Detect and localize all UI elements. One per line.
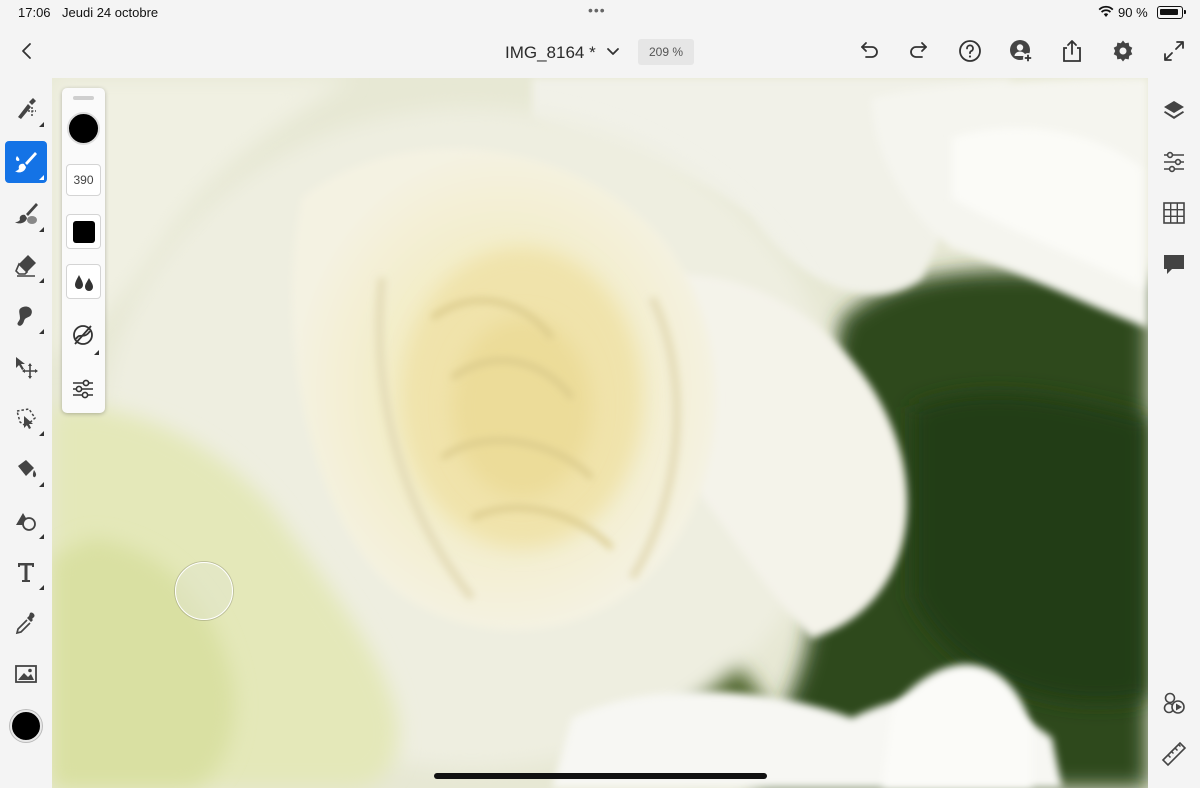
battery-percentage: 90 %: [1118, 5, 1148, 20]
lasso-icon: [16, 408, 36, 429]
document-title[interactable]: IMG_8164 *: [505, 43, 596, 63]
battery-level: [1160, 9, 1178, 15]
multitask-menu[interactable]: •••: [588, 2, 606, 18]
blend-mode-menu-indicator: [94, 350, 99, 355]
status-bar: 17:06 Jeudi 24 octobre ••• 90 %: [0, 0, 1200, 26]
fullscreen-icon[interactable]: [1161, 38, 1187, 64]
move-icon: [16, 357, 38, 379]
tool-group-indicator: [39, 482, 44, 487]
clock: 17:06: [18, 5, 51, 20]
canvas-image: [52, 78, 1148, 788]
eyedropper-tool[interactable]: [5, 602, 47, 644]
grid-icon[interactable]: [1161, 200, 1187, 226]
tool-group-indicator: [39, 278, 44, 283]
brush-size-field[interactable]: 390: [66, 164, 101, 196]
foreground-color-swatch[interactable]: [10, 710, 42, 742]
zoom-level[interactable]: 209 %: [638, 39, 694, 65]
eraser-tool[interactable]: [5, 244, 47, 286]
square-tip-icon: [73, 221, 95, 243]
brush-settings-icon[interactable]: [70, 376, 96, 402]
fill-tool[interactable]: [5, 448, 47, 490]
eraser-icon: [15, 255, 36, 277]
home-indicator[interactable]: [434, 773, 767, 779]
image-icon: [15, 665, 37, 683]
drops-icon: [75, 275, 93, 291]
move-tool[interactable]: [5, 346, 47, 388]
panel-bar: [1148, 78, 1200, 788]
help-icon[interactable]: [957, 38, 983, 64]
canvas[interactable]: [52, 78, 1148, 788]
brush-cursor: [175, 562, 233, 620]
livestream-icon[interactable]: [1161, 690, 1187, 716]
blend-mode-icon[interactable]: [70, 322, 96, 348]
brush-tip-button[interactable]: [66, 214, 101, 249]
layers-icon[interactable]: [1161, 98, 1187, 124]
selection-brush-icon: [18, 98, 36, 119]
smudge-icon: [15, 203, 38, 224]
adjustments-icon[interactable]: [1161, 149, 1187, 175]
tool-group-indicator: [39, 431, 44, 436]
comments-icon[interactable]: [1161, 251, 1187, 277]
tool-group-indicator: [39, 329, 44, 334]
brush-options-panel: 390: [62, 88, 105, 413]
eyedropper-icon: [15, 612, 35, 635]
invite-icon[interactable]: [1008, 38, 1034, 64]
tool-group-indicator: [39, 227, 44, 232]
redo-icon[interactable]: [906, 38, 932, 64]
tool-bar: [0, 78, 52, 788]
type-tool[interactable]: [5, 551, 47, 593]
lasso-tool[interactable]: [5, 397, 47, 439]
tool-group-indicator: [39, 175, 44, 180]
paint-brush-tool[interactable]: [5, 141, 47, 183]
chevron-down-icon[interactable]: [604, 42, 622, 60]
tool-group-indicator: [39, 534, 44, 539]
share-icon[interactable]: [1059, 38, 1085, 64]
tool-group-indicator: [39, 585, 44, 590]
brush-color-button[interactable]: [67, 112, 100, 145]
healing-brush-icon: [17, 306, 32, 326]
panel-grip[interactable]: [73, 96, 94, 100]
date: Jeudi 24 octobre: [62, 5, 159, 20]
paint-brush-icon: [15, 152, 37, 173]
healing-tool[interactable]: [5, 295, 47, 337]
undo-icon[interactable]: [856, 38, 882, 64]
tool-group-indicator: [39, 122, 44, 127]
brush-flow-button[interactable]: [66, 264, 101, 299]
shapes-icon: [16, 513, 36, 531]
wifi-icon: [1098, 5, 1114, 17]
place-image-tool[interactable]: [5, 653, 47, 695]
shape-tool[interactable]: [5, 500, 47, 542]
type-icon: [18, 563, 34, 582]
smudge-tool[interactable]: [5, 193, 47, 235]
brush-selection-tool[interactable]: [5, 88, 47, 130]
battery-icon: [1157, 6, 1186, 19]
ruler-icon[interactable]: [1161, 741, 1187, 767]
paint-bucket-icon: [18, 460, 37, 478]
top-toolbar: IMG_8164 * 209 %: [0, 26, 1200, 78]
chevron-left-icon[interactable]: [14, 38, 40, 64]
settings-icon[interactable]: [1110, 38, 1136, 64]
